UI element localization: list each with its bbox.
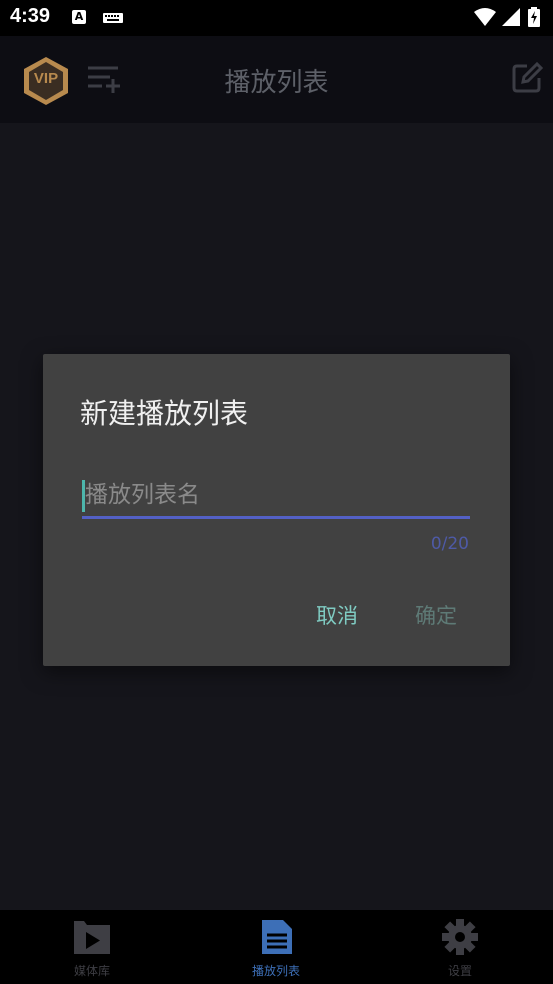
video-library-icon — [74, 921, 110, 954]
nav-label-settings: 设置 — [447, 964, 472, 978]
playlist-name-input[interactable] — [85, 476, 465, 514]
document-list-icon — [262, 920, 292, 954]
app-bar: VIP 播放列表 — [0, 36, 553, 123]
cancel-button[interactable]: 取消 — [299, 598, 375, 634]
dialog-title: 新建播放列表 — [80, 397, 249, 430]
status-time: 4:39 — [10, 5, 51, 27]
nav-item-playlist[interactable]: 播放列表 — [206, 910, 346, 984]
battery-charging-icon — [528, 7, 540, 27]
nav-item-settings[interactable]: 设置 — [390, 910, 530, 984]
input-underline — [82, 516, 470, 519]
nav-item-media-library[interactable]: 媒体库 — [22, 910, 162, 984]
nav-label-playlist: 播放列表 — [251, 964, 300, 978]
page-title: 播放列表 — [224, 68, 329, 98]
playlist-name-field[interactable] — [82, 476, 470, 520]
notification-a-icon: A — [72, 10, 86, 24]
bottom-navigation: 媒体库 播放列表 设置 — [0, 910, 553, 984]
nav-label-media-library: 媒体库 — [73, 964, 110, 978]
confirm-button[interactable]: 确定 — [399, 598, 473, 634]
wifi-icon — [474, 8, 496, 26]
new-playlist-dialog: 新建播放列表 0/20 取消 确定 — [43, 354, 510, 666]
notification-letter: A — [74, 10, 84, 23]
gear-icon — [442, 919, 478, 955]
keyboard-icon — [103, 13, 123, 23]
edit-icon[interactable] — [511, 62, 543, 94]
signal-icon — [502, 8, 520, 26]
character-counter: 0/20 — [430, 534, 469, 554]
status-bar: 4:39 A — [0, 0, 553, 36]
